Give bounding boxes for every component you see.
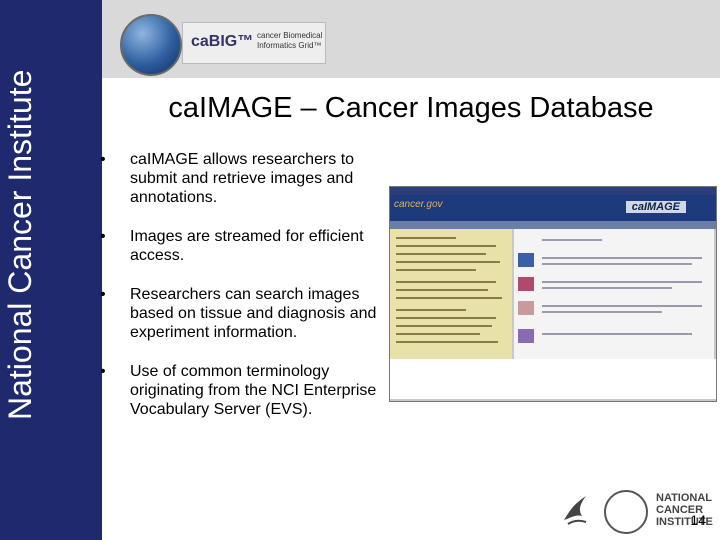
bullet-text: Use of common terminology originating fr… bbox=[130, 363, 377, 418]
bullet-list: • caIMAGE allows researchers to submit a… bbox=[100, 150, 380, 439]
image-thumbnail bbox=[518, 301, 534, 315]
text-line bbox=[396, 253, 486, 255]
text-line bbox=[542, 257, 702, 259]
bullet-item: • Researchers can search images based on… bbox=[100, 285, 380, 342]
site-tabs bbox=[390, 221, 716, 229]
bullet-marker: • bbox=[100, 363, 106, 380]
text-line bbox=[542, 239, 602, 241]
text-line bbox=[542, 263, 692, 265]
image-thumbnail bbox=[518, 277, 534, 291]
text-line bbox=[542, 311, 662, 313]
text-line bbox=[396, 289, 488, 291]
site-left-panel bbox=[390, 229, 512, 359]
bullet-text: caIMAGE allows researchers to submit and… bbox=[130, 151, 355, 206]
bullet-item: • Images are streamed for efficient acce… bbox=[100, 227, 380, 265]
text-line bbox=[542, 281, 702, 283]
logo-box: caBIG™ cancer Biomedical Informatics Gri… bbox=[182, 22, 326, 64]
site-right-panel bbox=[514, 229, 714, 359]
image-thumbnail bbox=[518, 253, 534, 267]
hhs-eagle-icon bbox=[564, 496, 587, 525]
text-line bbox=[396, 333, 480, 335]
cabig-logo: caBIG™ cancer Biomedical Informatics Gri… bbox=[120, 12, 330, 76]
bullet-text: Researchers can search images based on t… bbox=[130, 286, 377, 341]
sidebar: National Cancer Institute bbox=[0, 0, 102, 540]
bullet-marker: • bbox=[100, 151, 106, 168]
site-brand-right: caIMAGE bbox=[625, 201, 686, 213]
site-footer bbox=[390, 359, 716, 399]
nih-seal-icon bbox=[604, 490, 648, 534]
text-line bbox=[396, 325, 492, 327]
sidebar-title: National Cancer Institute bbox=[2, 69, 38, 420]
text-line bbox=[396, 317, 496, 319]
text-line bbox=[396, 245, 496, 247]
bullet-item: • caIMAGE allows researchers to submit a… bbox=[100, 150, 380, 207]
text-line bbox=[396, 237, 456, 239]
globe-icon bbox=[120, 14, 182, 76]
bullet-marker: • bbox=[100, 286, 106, 303]
bullet-text: Images are streamed for efficient access… bbox=[130, 228, 364, 264]
text-line bbox=[396, 261, 500, 263]
page-number: 14 bbox=[690, 512, 706, 528]
website-screenshot: cancer.gov caIMAGE bbox=[389, 186, 717, 402]
text-line bbox=[396, 269, 476, 271]
bullet-marker: • bbox=[100, 228, 106, 245]
text-line bbox=[396, 309, 466, 311]
text-line bbox=[396, 341, 498, 343]
slide-title: caIMAGE – Cancer Images Database bbox=[168, 92, 654, 124]
text-line bbox=[396, 281, 496, 283]
text-line bbox=[542, 333, 692, 335]
browser-titlebar bbox=[390, 187, 716, 195]
bullet-item: • Use of common terminology originating … bbox=[100, 362, 380, 419]
site-brand-left: cancer.gov bbox=[394, 199, 443, 210]
text-line bbox=[542, 305, 702, 307]
logo-subtitle: cancer Biomedical Informatics Grid™ bbox=[257, 31, 323, 50]
image-thumbnail bbox=[518, 329, 534, 343]
text-line bbox=[542, 287, 672, 289]
logo-brand: caBIG™ bbox=[191, 33, 254, 50]
site-header: cancer.gov caIMAGE bbox=[390, 195, 716, 221]
text-line bbox=[396, 297, 502, 299]
